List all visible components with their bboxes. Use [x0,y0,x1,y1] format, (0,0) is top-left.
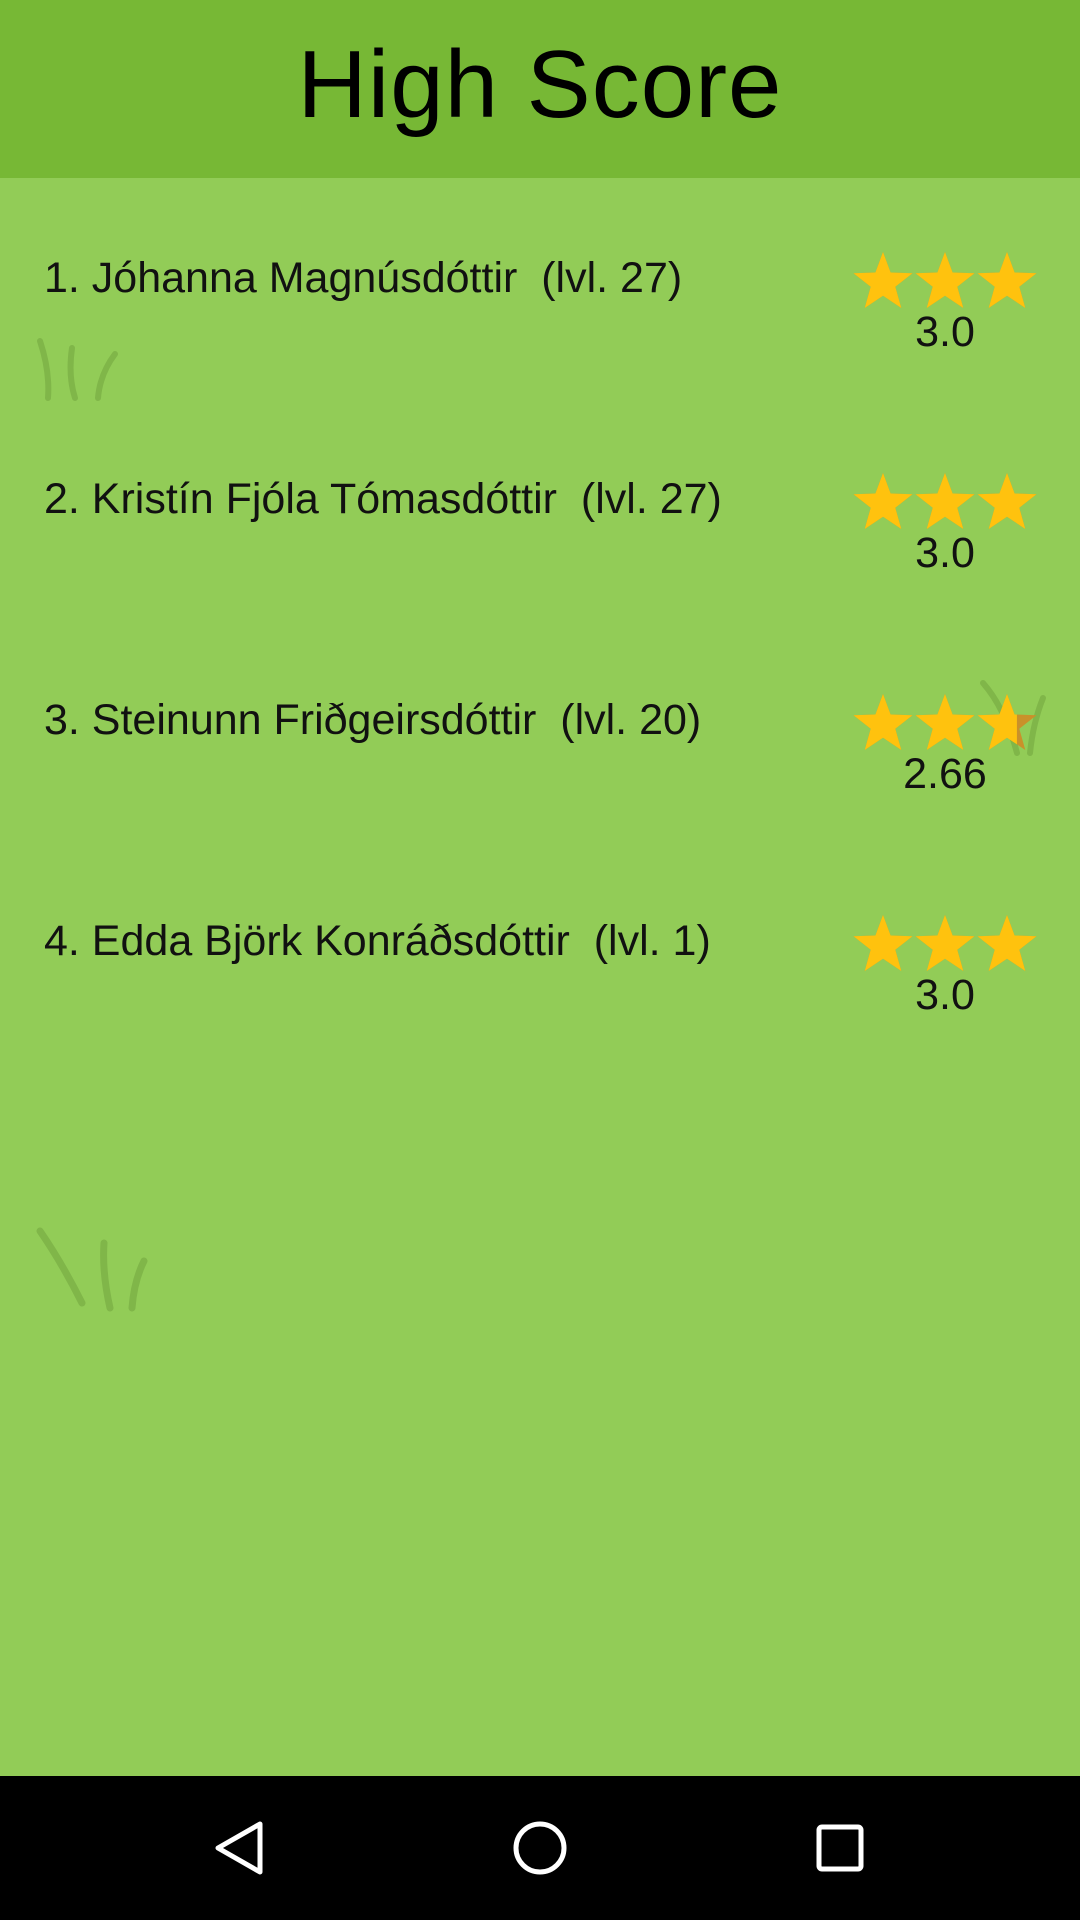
grass-tuft-icon [36,1227,148,1312]
rating-value: 3.0 [915,529,975,577]
back-triangle-icon [215,1821,263,1875]
nav-back-button[interactable] [186,1794,294,1902]
page-title: High Score [297,31,783,138]
rating-value: 2.66 [903,750,987,798]
grass-tuft-icon [37,338,118,401]
rating-stars: 2.66 [852,692,1038,799]
star-icon [977,694,1037,750]
rating-stars: 3.0 [852,913,1038,1020]
system-navigation-bar [0,1776,1080,1920]
score-row-2: 2. Kristín Fjóla Tómasdóttir (lvl. 27) 3… [0,399,1080,577]
score-row-1: 1. Jóhanna Magnúsdóttir (lvl. 27) 3.0 [0,178,1080,356]
star-icon [977,473,1037,529]
player-label: 1. Jóhanna Magnúsdóttir (lvl. 27) [44,254,683,302]
star-row [852,913,1038,975]
star-icon [915,694,975,750]
home-circle-icon [513,1821,567,1875]
player-label: 4. Edda Björk Konráðsdóttir (lvl. 1) [44,917,711,965]
rating-stars: 3.0 [852,471,1038,578]
star-icon [977,915,1037,971]
star-row [852,692,1038,754]
star-icon [853,694,913,750]
star-icon [977,252,1037,308]
player-label: 2. Kristín Fjóla Tómasdóttir (lvl. 27) [44,475,722,523]
score-row-3: 3. Steinunn Friðgeirsdóttir (lvl. 20) 2.… [0,620,1080,798]
recents-square-icon [816,1824,864,1872]
score-row-4: 4. Edda Björk Konráðsdóttir (lvl. 1) 3.0 [0,841,1080,1019]
star-icon [915,252,975,308]
player-label: 3. Steinunn Friðgeirsdóttir (lvl. 20) [44,696,702,744]
app-header: High Score [0,0,1080,178]
star-icon [853,252,913,308]
nav-home-button[interactable] [486,1794,594,1902]
star-icon [853,915,913,971]
star-row [852,471,1038,533]
rating-stars: 3.0 [852,250,1038,357]
high-score-list: 1. Jóhanna Magnúsdóttir (lvl. 27) 3.0 2.… [0,178,1080,1776]
star-icon [915,473,975,529]
star-icon [915,915,975,971]
nav-recents-button[interactable] [786,1794,894,1902]
rating-value: 3.0 [915,308,975,356]
star-icon [853,473,913,529]
star-row [852,250,1038,312]
rating-value: 3.0 [915,971,975,1019]
